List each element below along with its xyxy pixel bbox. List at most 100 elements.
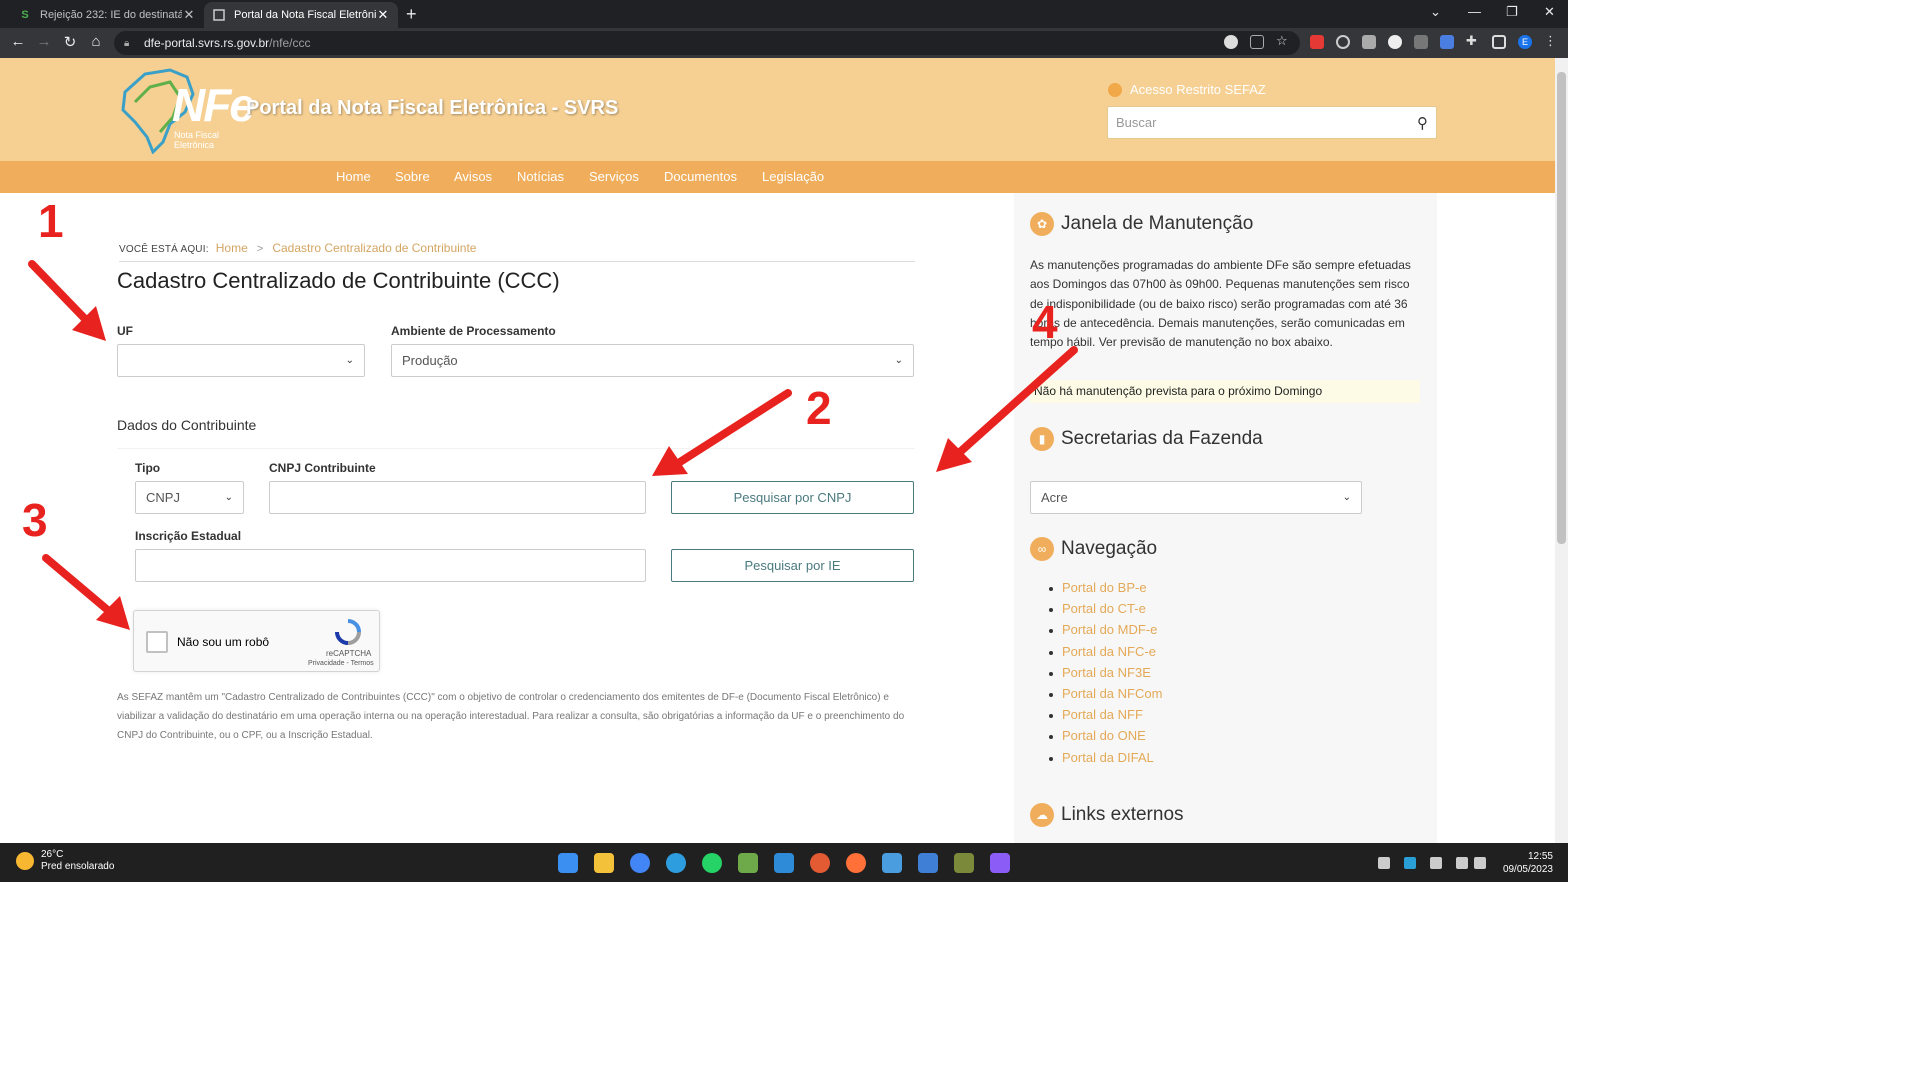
tray-icon[interactable] (1430, 857, 1442, 869)
browser-tab[interactable]: S Rejeição 232: IE do destinatário n ✕ (10, 2, 204, 28)
kebab-menu-icon[interactable]: ⋮ (1544, 33, 1558, 48)
recaptcha-brand: reCAPTCHA (326, 649, 372, 658)
firefox-icon[interactable] (846, 853, 866, 873)
profile-avatar[interactable]: E (1518, 35, 1532, 49)
restricted-access-link[interactable]: Acesso Restrito SEFAZ (1108, 82, 1266, 97)
page-title: Cadastro Centralizado de Contribuinte (C… (117, 268, 560, 293)
nav-home[interactable]: Home (336, 169, 371, 184)
windows-start-icon[interactable] (558, 853, 578, 873)
bookmark-star-icon[interactable]: ☆ (1276, 33, 1290, 48)
main-nav: Home Sobre Avisos Notícias Serviços Docu… (0, 161, 1555, 193)
sidebar-link-cte[interactable]: Portal do CT-e (1048, 601, 1162, 622)
reload-icon[interactable]: ↻ (60, 33, 80, 51)
nav-avisos[interactable]: Avisos (454, 169, 492, 184)
home-icon[interactable]: ⌂ (86, 33, 106, 50)
sidebar-link-nfcom[interactable]: Portal da NFCom (1048, 686, 1162, 707)
windows-taskbar: 26°C Pred ensolarado 12:55 09/05/2023 (0, 843, 1568, 882)
notes-icon[interactable] (918, 853, 938, 873)
sidebar-link-one[interactable]: Portal do ONE (1048, 728, 1162, 749)
back-icon[interactable]: ← (8, 33, 28, 50)
divider (117, 448, 915, 449)
chevron-down-icon: ⌄ (345, 355, 354, 366)
link-icon: ∞ (1030, 537, 1054, 561)
tray-icon[interactable] (1404, 857, 1416, 869)
sidebar-link-nfce[interactable]: Portal da NFC-e (1048, 644, 1162, 665)
app-icon[interactable] (954, 853, 974, 873)
translate-icon[interactable] (1440, 35, 1454, 49)
app-icon[interactable] (810, 853, 830, 873)
nav-servicos[interactable]: Serviços (589, 169, 639, 184)
tipo-select[interactable]: CNPJ ⌄ (135, 481, 244, 514)
ie-input[interactable] (135, 549, 646, 582)
minimize-icon[interactable]: — (1468, 4, 1481, 19)
whatsapp-icon[interactable] (702, 853, 722, 873)
search-by-cnpj-button[interactable]: Pesquisar por CNPJ (671, 481, 914, 514)
side-panel-icon[interactable] (1492, 35, 1506, 49)
volume-icon[interactable] (1474, 857, 1486, 869)
sidebar-link-difal[interactable]: Portal da DIFAL (1048, 750, 1162, 771)
new-tab-icon[interactable]: + (406, 4, 417, 25)
search-icon[interactable]: ⚲ (1417, 114, 1428, 132)
forward-icon[interactable]: → (34, 33, 54, 50)
uf-select[interactable]: ⌄ (117, 344, 365, 377)
page-scrollbar[interactable] (1555, 58, 1568, 843)
cloud-icon: ☁ (1030, 803, 1054, 827)
search-input[interactable]: Buscar ⚲ (1107, 106, 1437, 139)
recaptcha-label: Não sou um robô (177, 635, 270, 649)
browser-toolbar: ← → ↻ ⌂ 🔒︎ dfe-portal.svrs.rs.gov.br/nfe… (0, 28, 1568, 58)
google-lens-icon[interactable] (1224, 35, 1238, 49)
close-tab-icon[interactable]: ✕ (376, 7, 390, 23)
site-title[interactable]: Portal da Nota Fiscal Eletrônica - SVRS (246, 97, 618, 120)
tab-title: Portal da Nota Fiscal Eletrônica - (234, 9, 376, 21)
recaptcha-links[interactable]: Privacidade - Termos (308, 660, 374, 667)
restore-icon[interactable]: ❐ (1506, 4, 1518, 20)
sidebar-link-mdfe[interactable]: Portal do MDF-e (1048, 622, 1162, 643)
breadcrumb-home[interactable]: Home (216, 241, 248, 255)
tray-icon[interactable] (1378, 857, 1390, 869)
system-clock[interactable]: 12:55 09/05/2023 (1503, 850, 1553, 876)
app-icon[interactable] (774, 853, 794, 873)
recaptcha-checkbox[interactable] (146, 631, 168, 653)
settings-gear-icon[interactable] (882, 853, 902, 873)
scrollbar-thumb[interactable] (1557, 72, 1566, 544)
nav-documentos[interactable]: Documentos (664, 169, 737, 184)
puzzle-extensions-icon[interactable]: ✚ (1466, 33, 1480, 48)
cnpj-label: CNPJ Contribuinte (269, 461, 376, 475)
address-bar[interactable]: 🔒︎ dfe-portal.svrs.rs.gov.br/nfe/ccc (114, 31, 1300, 55)
ambiente-select[interactable]: Produção ⌄ (391, 344, 914, 377)
edge-icon[interactable] (666, 853, 686, 873)
extension-icon[interactable] (1388, 35, 1402, 49)
extension-icon[interactable] (1310, 35, 1324, 49)
close-tab-icon[interactable]: ✕ (182, 7, 196, 23)
video-editor-icon[interactable] (990, 853, 1010, 873)
cnpj-input[interactable] (269, 481, 646, 514)
uf-label: UF (117, 324, 133, 338)
chevron-down-icon: ⌄ (224, 492, 233, 503)
extension-icon[interactable] (1362, 35, 1376, 49)
close-window-icon[interactable]: ✕ (1544, 4, 1555, 20)
mail-icon[interactable] (1414, 35, 1428, 49)
secretarias-title: Secretarias da Fazenda (1061, 428, 1263, 449)
notepad-icon[interactable] (738, 853, 758, 873)
nav-sobre[interactable]: Sobre (395, 169, 430, 184)
tipo-label: Tipo (135, 461, 161, 475)
network-icon[interactable] (1456, 857, 1468, 869)
share-icon[interactable] (1250, 35, 1264, 49)
secretarias-select-value: Acre (1041, 490, 1068, 505)
chrome-icon[interactable] (630, 853, 650, 873)
sidebar-link-nf3e[interactable]: Portal da NF3E (1048, 665, 1162, 686)
secretarias-select[interactable]: Acre ⌄ (1030, 481, 1362, 514)
sidebar-link-nff[interactable]: Portal da NFF (1048, 707, 1162, 728)
file-explorer-icon[interactable] (594, 853, 614, 873)
tab-search-icon[interactable]: ⌄ (1430, 4, 1441, 20)
nav-noticias[interactable]: Notícias (517, 169, 564, 184)
tipo-select-value: CNPJ (146, 490, 180, 505)
nav-legislacao[interactable]: Legislação (762, 169, 824, 184)
maintenance-notice: Não há manutenção prevista para o próxim… (1030, 380, 1420, 403)
sidebar-link-bpe[interactable]: Portal do BP-e (1048, 580, 1162, 601)
weather-widget[interactable]: 26°C Pred ensolarado (16, 849, 114, 873)
search-by-ie-button[interactable]: Pesquisar por IE (671, 549, 914, 582)
extension-icon[interactable] (1336, 35, 1350, 49)
breadcrumb-current[interactable]: Cadastro Centralizado de Contribuinte (272, 241, 476, 255)
browser-tab-active[interactable]: Portal da Nota Fiscal Eletrônica - ✕ (204, 2, 398, 28)
